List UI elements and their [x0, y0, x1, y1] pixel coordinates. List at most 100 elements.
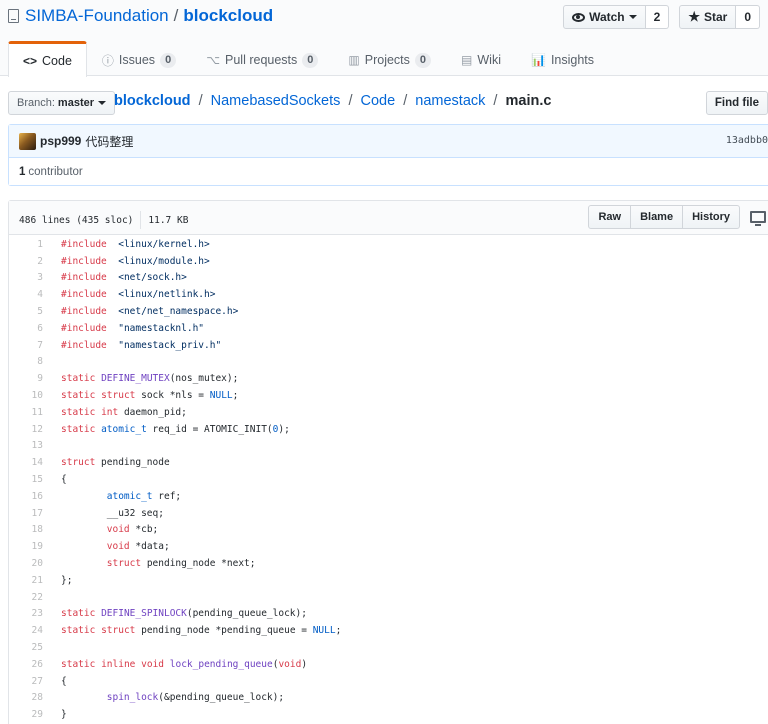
line-number[interactable]: 28: [9, 692, 43, 703]
line-content: static struct pending_node *pending_queu…: [43, 625, 341, 636]
tab-projects[interactable]: ▥ Projects 0: [333, 41, 446, 77]
repo-owner-link[interactable]: SIMBA-Foundation: [25, 6, 169, 26]
line-number[interactable]: 18: [9, 524, 43, 535]
line-number[interactable]: 24: [9, 625, 43, 636]
line-number[interactable]: 11: [9, 407, 43, 418]
breadcrumb-item[interactable]: namestack: [415, 93, 485, 109]
code-line: 1 #include <linux/kernel.h>: [9, 236, 768, 253]
line-number[interactable]: 26: [9, 659, 43, 670]
commit-message[interactable]: 代码整理: [85, 133, 133, 150]
repo-name-link[interactable]: blockcloud: [183, 6, 273, 26]
code-token: static: [61, 625, 96, 637]
code-line: 21};: [9, 572, 768, 589]
code-token: <linux/netlink.h>: [118, 289, 216, 301]
line-number[interactable]: 9: [9, 373, 43, 384]
code-token: void: [106, 524, 130, 536]
line-content: static DEFINE_SPINLOCK(pending_queue_loc…: [43, 608, 307, 619]
line-number[interactable]: 17: [9, 508, 43, 519]
line-number[interactable]: 16: [9, 491, 43, 502]
line-content: struct pending_node: [43, 457, 170, 468]
line-number[interactable]: 6: [9, 323, 43, 334]
code-token: (nos_mutex);: [169, 373, 239, 385]
line-number[interactable]: 19: [9, 541, 43, 552]
code-line: 2 #include <linux/module.h>: [9, 253, 768, 270]
watch-button[interactable]: Watch: [563, 5, 646, 29]
line-number[interactable]: 8: [9, 356, 43, 367]
watch-count[interactable]: 2: [645, 5, 670, 29]
line-number[interactable]: 15: [9, 474, 43, 485]
line-number[interactable]: 3: [9, 272, 43, 283]
line-number[interactable]: 20: [9, 558, 43, 569]
raw-button[interactable]: Raw: [588, 205, 632, 229]
breadcrumb-root[interactable]: blockcloud: [114, 93, 191, 109]
commit-author[interactable]: psp999: [40, 134, 81, 148]
code-token: void: [106, 541, 130, 553]
line-number[interactable]: 1: [9, 239, 43, 250]
star-button[interactable]: ★ Star: [679, 5, 737, 29]
find-file-button[interactable]: Find file: [705, 91, 768, 115]
code-token: *cb;: [129, 524, 159, 536]
code-token: static: [61, 373, 96, 385]
tab-label: Issues: [118, 53, 156, 67]
line-number[interactable]: 13: [9, 440, 43, 451]
line-number[interactable]: 12: [9, 424, 43, 435]
line-content: static inline void lock_pending_queue(vo…: [43, 659, 307, 670]
caret-down-icon: [628, 15, 637, 19]
line-number[interactable]: 23: [9, 608, 43, 619]
line-content: #include "namestack_priv.h": [43, 340, 221, 351]
file-size: 11.7 KB: [148, 214, 189, 226]
tab-code[interactable]: <> Code: [8, 41, 87, 77]
code-line: 10 static struct sock *nls = NULL;: [9, 387, 768, 404]
tab-counter: 0: [414, 52, 432, 68]
tab-pull-requests[interactable]: ⌥ Pull requests 0: [191, 41, 333, 77]
tab-label: Insights: [550, 53, 595, 67]
line-number[interactable]: 14: [9, 457, 43, 468]
breadcrumb-item[interactable]: NamebasedSockets: [211, 93, 341, 109]
breadcrumb-item[interactable]: Code: [361, 93, 396, 109]
breadcrumb-separator: /: [348, 93, 353, 109]
code-line: 9 static DEFINE_MUTEX(nos_mutex);: [9, 370, 768, 387]
code-line: 23 static DEFINE_SPINLOCK(pending_queue_l…: [9, 606, 768, 623]
line-content: };: [43, 575, 72, 586]
code-token: DEFINE_SPINLOCK: [101, 608, 187, 620]
contributor-count: 1: [19, 165, 26, 178]
tab-wiki[interactable]: ▤ Wiki: [446, 41, 516, 77]
code-token: __u32 seq;: [61, 507, 164, 519]
line-content: #include <net/sock.h>: [43, 272, 187, 283]
line-content: static struct sock *nls = NULL;: [43, 390, 238, 401]
history-button[interactable]: History: [682, 205, 740, 229]
code-line: 17 __u32 seq;: [9, 505, 768, 522]
tab-insights[interactable]: 📊 Insights: [516, 41, 609, 77]
star-count[interactable]: 0: [736, 5, 760, 29]
line-number[interactable]: 21: [9, 575, 43, 586]
code-token: struct: [106, 558, 142, 570]
repo-book-icon: [8, 9, 19, 23]
line-content: static atomic_t req_id = ATOMIC_INIT(0);: [43, 424, 290, 435]
project-icon: ▥: [348, 53, 360, 67]
code-token: atomic_t: [106, 490, 153, 502]
avatar[interactable]: [19, 132, 36, 150]
code-token: pending_node: [95, 457, 170, 469]
line-content: spin_lock(&pending_queue_lock);: [43, 692, 284, 703]
line-number[interactable]: 29: [9, 709, 43, 720]
line-content: static DEFINE_MUTEX(nos_mutex);: [43, 373, 238, 384]
desktop-icon[interactable]: [750, 211, 766, 226]
line-number[interactable]: 4: [9, 289, 43, 300]
line-number[interactable]: 2: [9, 256, 43, 267]
code-token: *data;: [129, 541, 170, 553]
branch-select-button[interactable]: Branch: master: [8, 91, 115, 115]
code-line: 27 {: [9, 673, 768, 690]
commit-sha[interactable]: 13adbb0: [726, 135, 768, 146]
contributors[interactable]: 1 contributor: [9, 158, 768, 185]
line-number[interactable]: 25: [9, 642, 43, 653]
line-content: void *data;: [43, 541, 170, 552]
line-number[interactable]: 22: [9, 592, 43, 603]
line-number[interactable]: 27: [9, 676, 43, 687]
line-number[interactable]: 5: [9, 306, 43, 317]
line-number[interactable]: 10: [9, 390, 43, 401]
line-number[interactable]: 7: [9, 340, 43, 351]
tab-issues[interactable]: ⓘ Issues 0: [87, 41, 191, 77]
blame-button[interactable]: Blame: [630, 205, 684, 229]
